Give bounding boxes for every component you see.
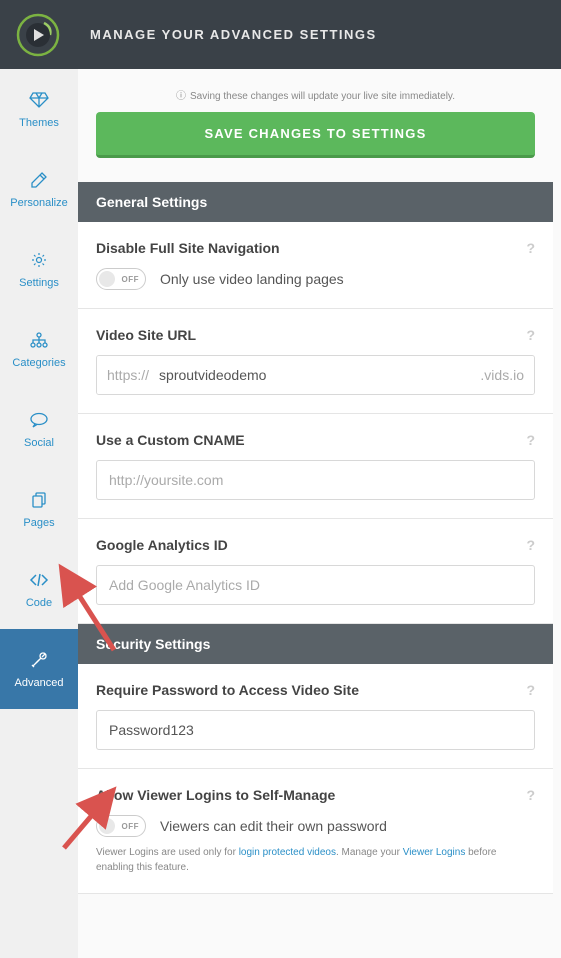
field-self-manage: Allow Viewer Logins to Self-Manage ? OFF…: [78, 769, 553, 894]
sitemap-icon: [29, 329, 49, 351]
sidebar-item-categories[interactable]: Categories: [0, 309, 78, 389]
password-input[interactable]: [96, 710, 535, 750]
sidebar-label: Settings: [19, 277, 59, 289]
sidebar-item-advanced[interactable]: Advanced: [0, 629, 78, 709]
app-logo: [14, 11, 62, 59]
tools-icon: [30, 649, 48, 671]
sidebar-label: Code: [26, 597, 52, 609]
info-message: Saving these changes will update your li…: [78, 69, 553, 112]
page-title: MANAGE YOUR ADVANCED SETTINGS: [90, 27, 377, 42]
sidebar-item-settings[interactable]: Settings: [0, 229, 78, 309]
sidebar-label: Personalize: [10, 197, 67, 209]
sidebar-label: Advanced: [15, 677, 64, 689]
field-password: Require Password to Access Video Site ?: [78, 664, 553, 769]
toggle-self-manage[interactable]: OFF: [96, 815, 146, 837]
section-header-general: General Settings: [78, 182, 553, 222]
header-bar: MANAGE YOUR ADVANCED SETTINGS: [0, 0, 561, 69]
sidebar-item-social[interactable]: Social: [0, 389, 78, 469]
toggle-description: Viewers can edit their own password: [160, 818, 387, 834]
gear-icon: [30, 249, 48, 271]
field-label: Require Password to Access Video Site: [96, 682, 359, 698]
toggle-description: Only use video landing pages: [160, 271, 344, 287]
field-label: Disable Full Site Navigation: [96, 240, 280, 256]
help-icon[interactable]: ?: [526, 537, 535, 553]
sidebar-label: Categories: [12, 357, 65, 369]
url-suffix: .vids.io: [470, 356, 534, 394]
help-icon[interactable]: ?: [526, 682, 535, 698]
field-google-analytics: Google Analytics ID ?: [78, 519, 553, 624]
help-icon[interactable]: ?: [526, 240, 535, 256]
sidebar-item-pages[interactable]: Pages: [0, 469, 78, 549]
code-icon: [29, 569, 49, 591]
ga-input[interactable]: [96, 565, 535, 605]
sidebar-label: Social: [24, 437, 54, 449]
copy-icon: [30, 489, 48, 511]
field-label: Video Site URL: [96, 327, 196, 343]
sidebar-label: Themes: [19, 117, 59, 129]
save-button[interactable]: SAVE CHANGES TO SETTINGS: [96, 112, 535, 158]
section-header-security: Security Settings: [78, 624, 553, 664]
help-icon[interactable]: ?: [526, 432, 535, 448]
help-icon[interactable]: ?: [526, 327, 535, 343]
link-login-protected[interactable]: login protected videos: [239, 847, 336, 858]
sidebar-item-code[interactable]: Code: [0, 549, 78, 629]
pencil-icon: [30, 169, 48, 191]
cname-input[interactable]: [96, 460, 535, 500]
field-video-url: Video Site URL ? https:// .vids.io: [78, 309, 553, 414]
field-disable-navigation: Disable Full Site Navigation ? OFF Only …: [78, 222, 553, 309]
url-prefix: https://: [97, 356, 159, 394]
video-url-input[interactable]: [159, 356, 470, 394]
chat-icon: [29, 409, 49, 431]
sidebar-item-themes[interactable]: Themes: [0, 69, 78, 149]
sidebar-item-personalize[interactable]: Personalize: [0, 149, 78, 229]
hint-text: Viewer Logins are used only for login pr…: [96, 845, 535, 875]
field-label: Google Analytics ID: [96, 537, 228, 553]
link-viewer-logins[interactable]: Viewer Logins: [403, 847, 466, 858]
field-label: Use a Custom CNAME: [96, 432, 245, 448]
toggle-disable-nav[interactable]: OFF: [96, 268, 146, 290]
diamond-icon: [28, 89, 50, 111]
field-cname: Use a Custom CNAME ?: [78, 414, 553, 519]
sidebar-label: Pages: [23, 517, 54, 529]
content-area[interactable]: Saving these changes will update your li…: [78, 69, 561, 958]
field-label: Allow Viewer Logins to Self-Manage: [96, 787, 335, 803]
help-icon[interactable]: ?: [526, 787, 535, 803]
sidebar: Themes Personalize Settings Categories S…: [0, 69, 78, 958]
url-input-group: https:// .vids.io: [96, 355, 535, 395]
